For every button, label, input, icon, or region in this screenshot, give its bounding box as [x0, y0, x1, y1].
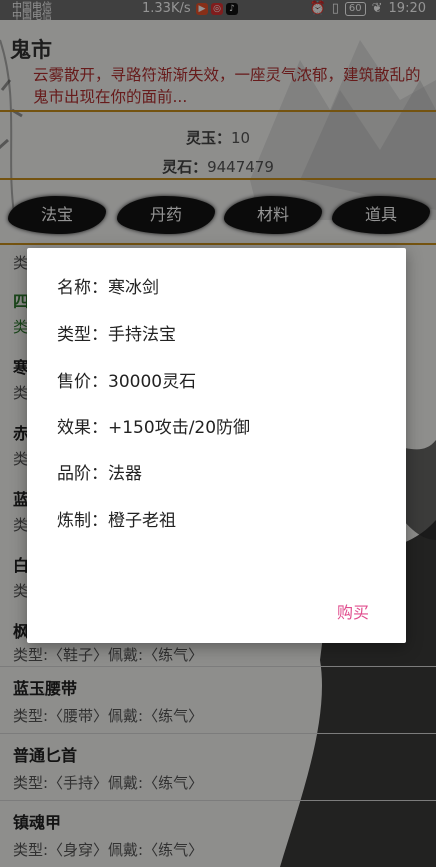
- detail-effect-row: 效果：+150攻击/20防御: [57, 413, 250, 438]
- detail-grade-row: 品阶：法器: [57, 459, 142, 484]
- detail-price-value: 30000灵石: [108, 372, 197, 392]
- detail-maker-value: 橙子老祖: [108, 511, 176, 531]
- detail-grade-value: 法器: [108, 464, 142, 484]
- detail-maker-label: 炼制：: [57, 511, 108, 531]
- detail-name-value: 寒冰剑: [108, 278, 159, 298]
- detail-name-label: 名称：: [57, 278, 108, 298]
- detail-type-value: 手持法宝: [108, 325, 176, 345]
- detail-price-label: 售价：: [57, 372, 108, 392]
- buy-button[interactable]: 购买: [337, 599, 369, 623]
- detail-effect-value: +150攻击/20防御: [108, 418, 251, 438]
- detail-price-row: 售价：30000灵石: [57, 367, 196, 392]
- detail-maker-row: 炼制：橙子老祖: [57, 506, 176, 531]
- detail-type-row: 类型：手持法宝: [57, 320, 176, 345]
- detail-name-row: 名称：寒冰剑: [57, 273, 159, 298]
- detail-effect-label: 效果：: [57, 418, 108, 438]
- item-detail-dialog: 名称：寒冰剑 类型：手持法宝 售价：30000灵石 效果：+150攻击/20防御…: [27, 248, 406, 643]
- detail-grade-label: 品阶：: [57, 464, 108, 484]
- detail-type-label: 类型：: [57, 325, 108, 345]
